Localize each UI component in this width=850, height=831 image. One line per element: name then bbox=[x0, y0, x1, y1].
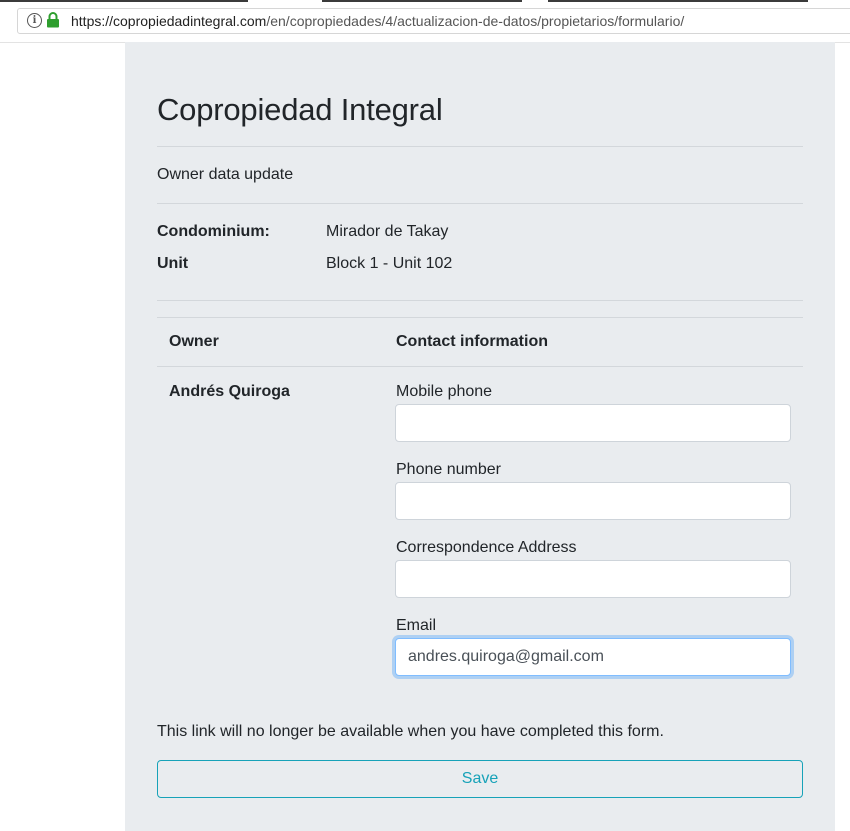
table-top-border bbox=[157, 317, 803, 318]
tab-strip-indicator bbox=[548, 0, 808, 2]
page-subtitle: Owner data update bbox=[157, 166, 294, 183]
url-field[interactable]: i https://copropiedadintegral.com/en/cop… bbox=[17, 8, 850, 34]
table-header-border bbox=[157, 366, 803, 367]
owner-name: Andrés Quiroga bbox=[169, 383, 290, 400]
condominium-value: Mirador de Takay bbox=[326, 223, 449, 240]
email-input[interactable] bbox=[395, 638, 791, 676]
save-button[interactable]: Save bbox=[157, 760, 803, 798]
page-title: Copropiedad Integral bbox=[157, 92, 443, 127]
url-path: /en/copropiedades/4/actualizacion-de-dat… bbox=[266, 13, 685, 29]
mobile-phone-label: Mobile phone bbox=[396, 383, 493, 400]
correspondence-address-input[interactable] bbox=[395, 560, 791, 598]
availability-note: This link will no longer be available wh… bbox=[157, 723, 664, 740]
unit-label: Unit bbox=[157, 255, 189, 272]
divider bbox=[157, 203, 803, 204]
unit-value: Block 1 - Unit 102 bbox=[326, 255, 453, 272]
url-text[interactable]: https://copropiedadintegral.com/en/copro… bbox=[71, 13, 684, 29]
phone-number-input[interactable] bbox=[395, 482, 791, 520]
divider bbox=[157, 300, 803, 301]
divider bbox=[157, 146, 803, 147]
email-label: Email bbox=[396, 617, 437, 634]
url-host: https://copropiedadintegral.com bbox=[71, 13, 267, 29]
main-panel: Copropiedad Integral Owner data update C… bbox=[125, 42, 835, 831]
contact-column-header: Contact information bbox=[396, 333, 548, 350]
correspondence-address-label: Correspondence Address bbox=[396, 539, 577, 556]
lock-icon[interactable] bbox=[46, 12, 60, 28]
phone-number-label: Phone number bbox=[396, 461, 501, 478]
owner-column-header: Owner bbox=[169, 333, 219, 350]
browser-address-bar: i https://copropiedadintegral.com/en/cop… bbox=[0, 0, 850, 43]
tab-strip-indicator bbox=[322, 0, 522, 2]
mobile-phone-input[interactable] bbox=[395, 404, 791, 442]
condominium-label: Condominium: bbox=[157, 223, 270, 240]
tab-strip-indicator bbox=[0, 0, 248, 2]
info-icon[interactable]: i bbox=[27, 13, 42, 28]
